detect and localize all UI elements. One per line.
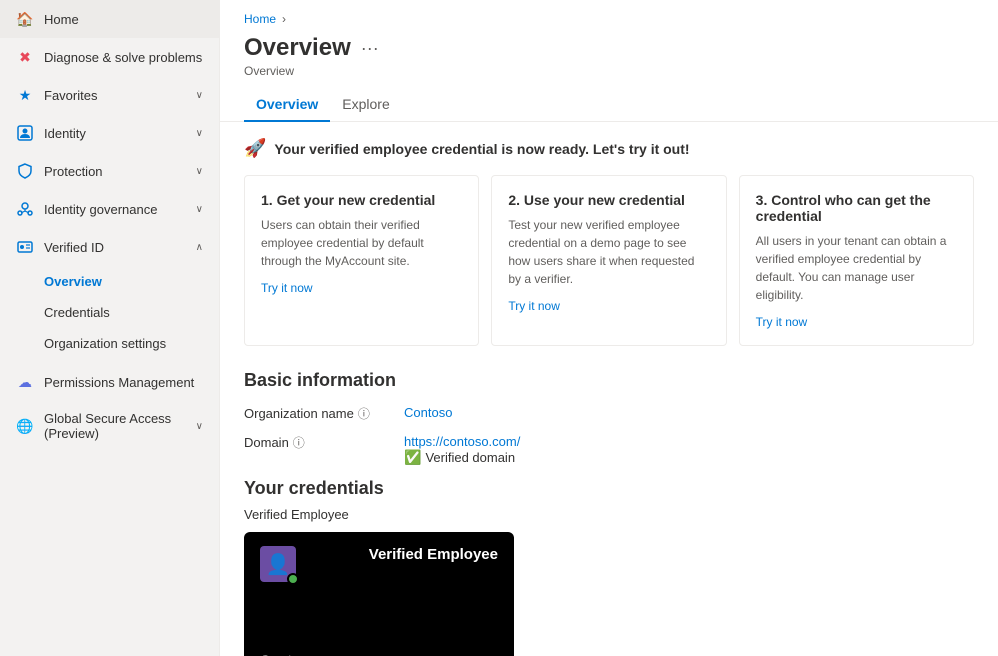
sidebar-label-global-secure: Global Secure Access (Preview) xyxy=(44,411,186,441)
card-1: 1. Get your new credential Users can obt… xyxy=(244,175,479,346)
sidebar-subitem-overview-label: Overview xyxy=(44,274,102,289)
verified-check-icon: ✅ xyxy=(404,449,421,466)
breadcrumb-home[interactable]: Home xyxy=(244,12,276,26)
card-2-body: Test your new verified employee credenti… xyxy=(508,216,709,288)
avatar-person-icon: 👤 xyxy=(266,552,291,577)
card-3-title: 3. Control who can get the credential xyxy=(756,192,957,224)
breadcrumb: Home › xyxy=(220,0,998,30)
sidebar-label-favorites: Favorites xyxy=(44,88,186,103)
more-options-button[interactable]: ··· xyxy=(361,38,379,59)
domain-info-icon[interactable]: ⓘ xyxy=(293,434,305,451)
credential-card-name: Verified Employee xyxy=(369,546,498,563)
sidebar-item-favorites[interactable]: ★ Favorites ∨ xyxy=(0,76,219,114)
identity-governance-icon xyxy=(16,200,34,218)
page-subtitle: Overview xyxy=(220,64,998,88)
verified-domain-badge: ✅ Verified domain xyxy=(404,449,520,466)
card-1-title: 1. Get your new credential xyxy=(261,192,462,208)
sidebar-label-verified-id: Verified ID xyxy=(44,240,186,255)
star-icon: ★ xyxy=(16,86,34,104)
sidebar-label-permissions-mgmt: Permissions Management xyxy=(44,375,203,390)
sidebar-label-identity-governance: Identity governance xyxy=(44,202,186,217)
globe-icon: 🌐 xyxy=(16,417,34,435)
chevron-down-icon: ∨ xyxy=(196,421,203,432)
org-name-info-icon[interactable]: ⓘ xyxy=(358,405,370,422)
sidebar-subitem-org-settings-label: Organization settings xyxy=(44,336,166,351)
card-3-body: All users in your tenant can obtain a ve… xyxy=(756,232,957,304)
sidebar: 🏠 Home ✖ Diagnose & solve problems ★ Fav… xyxy=(0,0,220,656)
sidebar-item-identity-governance[interactable]: Identity governance ∨ xyxy=(0,190,219,228)
sidebar-label-protection: Protection xyxy=(44,164,186,179)
identity-icon xyxy=(16,124,34,142)
card-3-link[interactable]: Try it now xyxy=(756,315,808,329)
card-2-link[interactable]: Try it now xyxy=(508,299,560,313)
card-2: 2. Use your new credential Test your new… xyxy=(491,175,726,346)
org-name-row: Organization name ⓘ Contoso xyxy=(244,405,974,422)
chevron-down-icon: ∨ xyxy=(196,90,203,101)
sidebar-item-protection[interactable]: Protection ∨ xyxy=(0,152,219,190)
sidebar-subitem-credentials[interactable]: Credentials xyxy=(0,297,219,328)
sidebar-label-diagnose: Diagnose & solve problems xyxy=(44,50,203,65)
credential-card: 👤 Verified Employee Contoso xyxy=(244,532,514,656)
card-1-link[interactable]: Try it now xyxy=(261,281,313,295)
sidebar-label-identity: Identity xyxy=(44,126,186,141)
content-area: 🚀 Your verified employee credential is n… xyxy=(220,138,998,656)
sidebar-item-verified-id[interactable]: Verified ID ∧ xyxy=(0,228,219,266)
org-name-label: Organization name ⓘ xyxy=(244,405,404,422)
chevron-down-icon: ∨ xyxy=(196,166,203,177)
domain-label: Domain ⓘ xyxy=(244,434,404,451)
protection-icon xyxy=(16,162,34,180)
breadcrumb-separator: › xyxy=(282,12,286,26)
basic-info-title: Basic information xyxy=(244,370,974,391)
page-title: Overview xyxy=(244,34,351,62)
page-header: Overview ··· xyxy=(220,30,998,64)
credential-subtitle: Verified Employee xyxy=(244,507,974,522)
sidebar-item-diagnose[interactable]: ✖ Diagnose & solve problems xyxy=(0,38,219,76)
tab-explore[interactable]: Explore xyxy=(330,88,401,122)
card-1-body: Users can obtain their verified employee… xyxy=(261,216,462,270)
diagnose-icon: ✖ xyxy=(16,48,34,66)
credential-card-inner: 👤 Verified Employee Contoso xyxy=(244,532,514,656)
sidebar-item-permissions-mgmt[interactable]: ☁ Permissions Management xyxy=(0,363,219,401)
home-icon: 🏠 xyxy=(16,10,34,28)
card-2-title: 2. Use your new credential xyxy=(508,192,709,208)
permissions-icon: ☁ xyxy=(16,373,34,391)
domain-value: https://contoso.com/ ✅ Verified domain xyxy=(404,434,520,466)
main-content: Home › Overview ··· Overview Overview Ex… xyxy=(220,0,998,656)
avatar-dot xyxy=(287,573,299,585)
sidebar-item-identity[interactable]: Identity ∨ xyxy=(0,114,219,152)
domain-url-link[interactable]: https://contoso.com/ xyxy=(404,434,520,449)
tabs: Overview Explore xyxy=(220,88,998,122)
tab-overview[interactable]: Overview xyxy=(244,88,330,122)
org-name-link[interactable]: Contoso xyxy=(404,405,452,420)
sidebar-subitem-credentials-label: Credentials xyxy=(44,305,110,320)
domain-row: Domain ⓘ https://contoso.com/ ✅ Verified… xyxy=(244,434,974,466)
sidebar-subitem-overview[interactable]: Overview xyxy=(0,266,219,297)
chevron-up-icon: ∧ xyxy=(196,242,203,253)
sidebar-item-global-secure[interactable]: 🌐 Global Secure Access (Preview) ∨ xyxy=(0,401,219,451)
credentials-title: Your credentials xyxy=(244,478,974,499)
credential-avatar: 👤 xyxy=(260,546,296,582)
rocket-icon: 🚀 xyxy=(244,138,266,159)
chevron-down-icon: ∨ xyxy=(196,204,203,215)
credential-card-footer: Contoso xyxy=(260,652,317,656)
sidebar-subitem-org-settings[interactable]: Organization settings xyxy=(0,328,219,359)
sidebar-item-home[interactable]: 🏠 Home xyxy=(0,0,219,38)
org-name-value: Contoso xyxy=(404,405,452,420)
banner: 🚀 Your verified employee credential is n… xyxy=(244,138,974,159)
card-3: 3. Control who can get the credential Al… xyxy=(739,175,974,346)
chevron-down-icon: ∨ xyxy=(196,128,203,139)
sidebar-label-home: Home xyxy=(44,12,203,27)
banner-text: Your verified employee credential is now… xyxy=(274,141,689,157)
verified-domain-text: Verified domain xyxy=(425,450,515,465)
verified-id-icon xyxy=(16,238,34,256)
cards-row: 1. Get your new credential Users can obt… xyxy=(244,175,974,346)
credential-card-header: 👤 Verified Employee xyxy=(260,546,498,582)
